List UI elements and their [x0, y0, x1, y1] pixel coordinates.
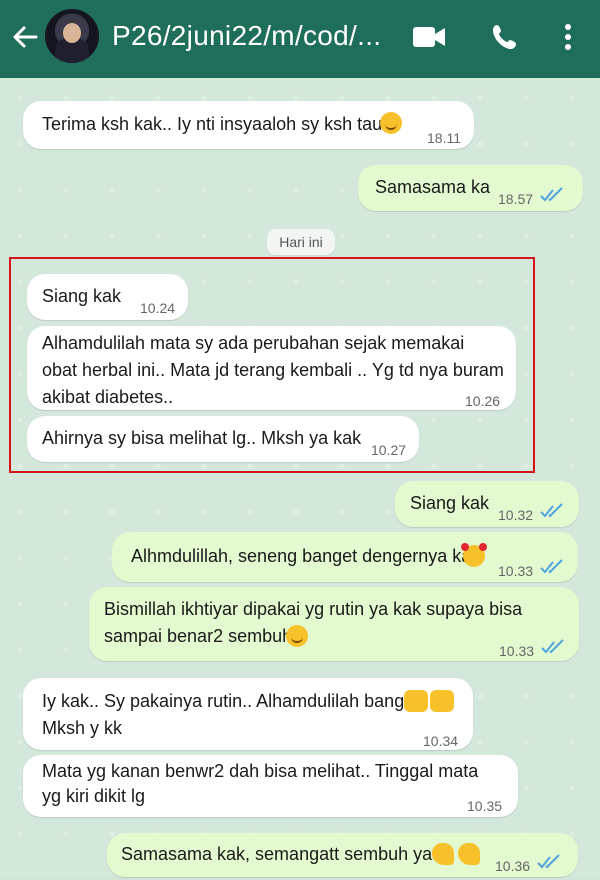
date-divider: Hari ini	[267, 229, 335, 255]
message-text: Siang kak	[410, 493, 490, 513]
flexed-biceps-emoji	[458, 843, 480, 865]
smiling-face-emoji	[286, 625, 308, 647]
message-incoming[interactable]: Iy kak.. Sy pakainya rutin.. Alhamdulila…	[23, 678, 473, 750]
message-text: Terima ksh kak.. Iy nti insyaaloh sy ksh…	[42, 114, 383, 134]
read-receipt-icon	[540, 559, 563, 574]
video-call-icon[interactable]	[412, 24, 446, 55]
message-text: Bismillah ikhtiyar dipakai yg rutin ya k…	[104, 599, 528, 646]
avatar-face	[63, 23, 81, 43]
message-time: 10.33	[499, 643, 535, 659]
highlight-box	[9, 257, 535, 473]
message-text: Iy kak.. Sy pakainya rutin.. Alhamdulila…	[42, 691, 420, 711]
message-outgoing[interactable]: Siang kak 10.32	[395, 481, 579, 527]
message-time: 18.11	[427, 130, 461, 146]
message-time: 10.34	[423, 733, 459, 749]
message-text: Samasama ka	[375, 177, 491, 197]
voice-call-icon[interactable]	[490, 22, 520, 57]
chat-title[interactable]: P26/2juni22/m/cod/...	[112, 20, 381, 52]
message-incoming[interactable]: Terima ksh kak.. Iy nti insyaaloh sy ksh…	[23, 101, 474, 149]
more-vert-icon[interactable]	[562, 22, 574, 57]
message-time: 10.33	[498, 563, 534, 579]
message-outgoing[interactable]: Samasama kak, semangatt sembuh yaa 10.36	[107, 833, 578, 877]
open-hands-emoji	[404, 690, 428, 712]
message-time: 18.57	[498, 191, 534, 207]
chat-header: P26/2juni22/m/cod/...	[0, 0, 600, 78]
message-text: Samasama kak, semangatt sembuh yaa	[121, 844, 443, 864]
flexed-biceps-emoji	[432, 843, 454, 865]
message-time: 10.36	[495, 858, 531, 874]
open-hands-emoji	[430, 690, 454, 712]
read-receipt-icon	[540, 187, 563, 202]
message-incoming[interactable]: Mata yg kanan benwr2 dah bisa melihat.. …	[23, 755, 518, 817]
message-text: Mata yg kanan benwr2 dah bisa melihat.. …	[42, 761, 484, 806]
smiling-face-emoji	[380, 112, 402, 134]
back-arrow-icon[interactable]	[10, 22, 40, 52]
message-time: 10.32	[498, 507, 534, 523]
message-text: Alhmdulillah, seneng banget dengernya ka…	[131, 546, 481, 566]
message-text-line2: Mksh y kk	[42, 718, 123, 738]
read-receipt-icon	[537, 854, 560, 869]
message-outgoing[interactable]: Bismillah ikhtiyar dipakai yg rutin ya k…	[89, 587, 579, 661]
message-outgoing[interactable]: Samasama ka 18.57	[358, 165, 583, 211]
avatar[interactable]	[45, 9, 99, 63]
message-outgoing[interactable]: Alhmdulillah, seneng banget dengernya ka…	[112, 532, 578, 582]
read-receipt-icon	[541, 639, 564, 654]
read-receipt-icon	[540, 503, 563, 518]
smiling-face-with-hearts-emoji	[461, 543, 487, 567]
message-time: 10.35	[467, 798, 503, 814]
